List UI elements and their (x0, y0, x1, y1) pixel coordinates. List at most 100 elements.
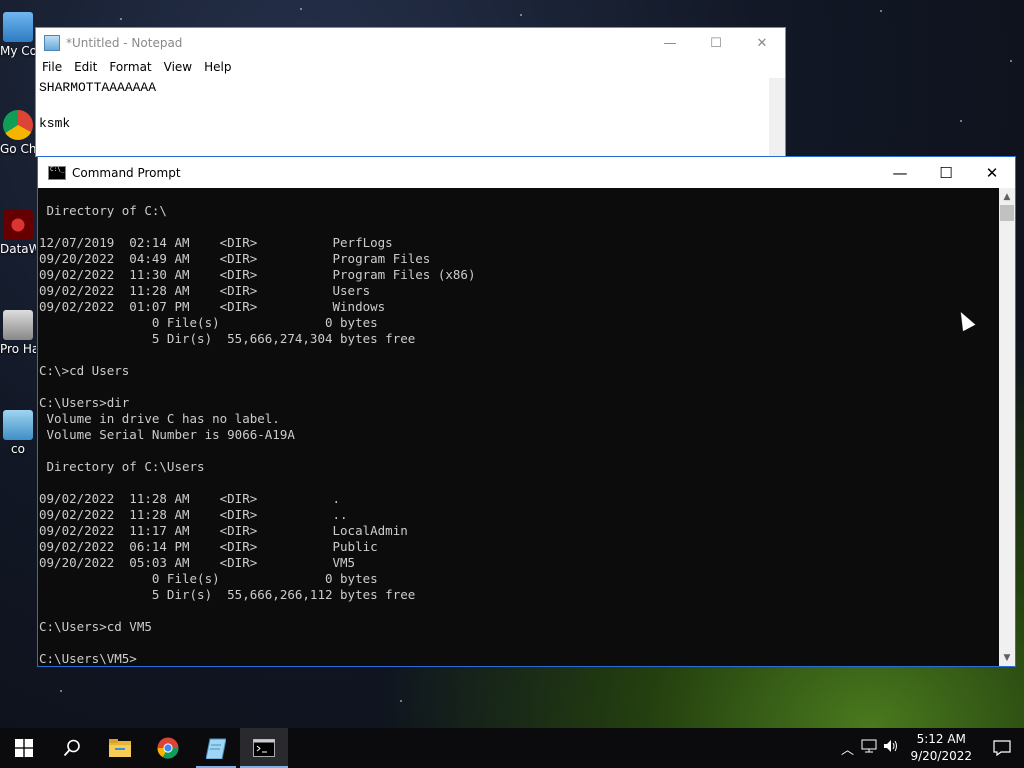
minimize-button[interactable]: — (647, 28, 693, 58)
desktop-icon-label: My Co (0, 44, 36, 58)
desktop-icon-program[interactable]: Pro Hac (0, 310, 36, 356)
cmd-output-line: 5 Dir(s) 55,666,266,112 bytes free (39, 587, 416, 602)
taskbar: ︿ 5:12 AM 9/20/2022 (0, 728, 1024, 768)
star (120, 18, 122, 20)
notepad-icon (206, 738, 226, 759)
file-explorer-icon (109, 739, 131, 757)
cmd-title-bar[interactable]: Command Prompt — ☐ ✕ (38, 157, 1015, 188)
cmd-output-line: 09/02/2022 11:28 AM <DIR> .. (39, 507, 348, 522)
cmd-output-line (39, 635, 999, 651)
desktop-icon-chrome[interactable]: Go Ch (0, 110, 36, 156)
cmd-output-line: C:\Users\VM5> (39, 651, 137, 666)
cmd-output-line: 09/20/2022 04:49 AM <DIR> Program Files (39, 251, 431, 266)
star (960, 120, 962, 122)
notepad-title-bar[interactable]: *Untitled - Notepad — ☐ ✕ (36, 28, 785, 58)
close-button[interactable]: ✕ (739, 28, 785, 58)
star (1010, 60, 1012, 62)
cmd-output-line: 09/02/2022 11:28 AM <DIR> Users (39, 283, 371, 298)
minimize-button[interactable]: — (877, 158, 923, 188)
desktop-icon-datawrapper[interactable]: DataW (0, 210, 36, 256)
notepad-menu-bar: File Edit Format View Help (36, 58, 785, 78)
file-explorer-button[interactable] (96, 728, 144, 768)
menu-file[interactable]: File (40, 58, 68, 78)
cmd-output-line (39, 443, 999, 459)
chrome-taskbar-button[interactable] (144, 728, 192, 768)
windows-start-icon (15, 739, 33, 757)
this-pc-icon (3, 12, 33, 42)
chrome-icon (157, 737, 179, 759)
cmd-output-line: Directory of C:\ (39, 203, 167, 218)
desktop-icon-label: DataW (0, 242, 36, 256)
program-icon (3, 310, 33, 340)
cmd-output-line: 09/02/2022 11:30 AM <DIR> Program Files … (39, 267, 476, 282)
maximize-button[interactable]: ☐ (693, 28, 739, 58)
desktop-icon-label: Go Ch (0, 142, 36, 156)
menu-format[interactable]: Format (107, 58, 157, 78)
maximize-button[interactable]: ☐ (923, 158, 969, 188)
start-button[interactable] (0, 728, 48, 768)
star (880, 10, 882, 12)
cmd-output-line (39, 379, 999, 395)
star (300, 8, 302, 10)
notepad-line: SHARMOTTAAAAAAA (39, 80, 157, 95)
notepad-window[interactable]: *Untitled - Notepad — ☐ ✕ File Edit Form… (35, 27, 786, 157)
menu-view[interactable]: View (162, 58, 198, 78)
star (520, 14, 522, 16)
cmd-output-line: 09/02/2022 11:17 AM <DIR> LocalAdmin (39, 523, 408, 538)
cmd-output-line (39, 347, 999, 363)
cmd-output-line: Directory of C:\Users (39, 459, 205, 474)
cmd-output-line: C:\Users>dir (39, 395, 130, 410)
cmd-output-line: 0 File(s) 0 bytes (39, 571, 378, 586)
menu-edit[interactable]: Edit (72, 58, 103, 78)
action-center-button[interactable] (980, 728, 1024, 768)
notepad-taskbar-button[interactable] (192, 728, 240, 768)
chrome-icon (3, 110, 33, 140)
cmd-output-line: Volume Serial Number is 9066-A19A (39, 427, 295, 442)
cmd-output-line: 5 Dir(s) 55,666,274,304 bytes free (39, 331, 416, 346)
notepad-scrollbar[interactable] (769, 78, 785, 156)
notepad-line: ksmk (39, 116, 71, 131)
cmd-icon (253, 739, 275, 757)
desktop-icon-label: Pro Hac (0, 342, 36, 356)
taskbar-clock[interactable]: 5:12 AM 9/20/2022 (902, 731, 980, 765)
cmd-output-line (39, 219, 999, 235)
clock-time: 5:12 AM (916, 732, 966, 746)
cmd-output-line (39, 475, 999, 491)
cmd-output-line: C:\>cd Users (39, 363, 130, 378)
shortcut-icon (3, 410, 33, 440)
cmd-taskbar-button[interactable] (240, 728, 288, 768)
notepad-title: *Untitled - Notepad (66, 36, 183, 50)
notepad-text-area[interactable]: SHARMOTTAAAAAAA ksmk (36, 78, 785, 134)
cmd-output-line (39, 603, 999, 619)
desktop-icon-this-pc[interactable]: My Co (0, 12, 36, 58)
search-icon (63, 739, 80, 757)
cmd-output-line: 09/02/2022 06:14 PM <DIR> Public (39, 539, 378, 554)
notepad-icon (44, 35, 60, 51)
cmd-output[interactable]: Directory of C:\ 12/07/2019 02:14 AM <DIR… (38, 188, 999, 666)
clock-date: 9/20/2022 (910, 749, 972, 763)
search-button[interactable] (48, 728, 96, 768)
star (400, 700, 402, 702)
volume-icon[interactable] (880, 739, 902, 757)
scroll-thumb[interactable] (1000, 205, 1014, 221)
notepad-line (39, 97, 782, 115)
datawrapper-icon (3, 210, 33, 240)
menu-help[interactable]: Help (202, 58, 237, 78)
desktop-icon-shortcut[interactable]: co (0, 410, 36, 456)
cmd-output-line: 09/20/2022 05:03 AM <DIR> VM5 (39, 555, 356, 570)
cmd-output-line: 09/02/2022 11:28 AM <DIR> . (39, 491, 341, 506)
cmd-output-line: 0 File(s) 0 bytes (39, 315, 378, 330)
cmd-output-line: 12/07/2019 02:14 AM <DIR> PerfLogs (39, 235, 393, 250)
network-icon[interactable] (858, 739, 880, 757)
system-tray: ︿ 5:12 AM 9/20/2022 (836, 728, 1024, 768)
close-button[interactable]: ✕ (969, 158, 1015, 188)
notification-icon (993, 740, 1011, 756)
scroll-down-arrow-icon[interactable]: ▼ (999, 649, 1015, 666)
cmd-icon (48, 165, 66, 180)
cmd-title: Command Prompt (72, 165, 181, 180)
cmd-scrollbar[interactable]: ▲ ▼ (999, 188, 1015, 666)
chevron-up-icon[interactable]: ︿ (836, 739, 858, 758)
scroll-up-arrow-icon[interactable]: ▲ (999, 188, 1015, 205)
cmd-output-line: Volume in drive C has no label. (39, 411, 280, 426)
cmd-window[interactable]: Command Prompt — ☐ ✕ Directory of C:\ 12/… (37, 156, 1016, 667)
